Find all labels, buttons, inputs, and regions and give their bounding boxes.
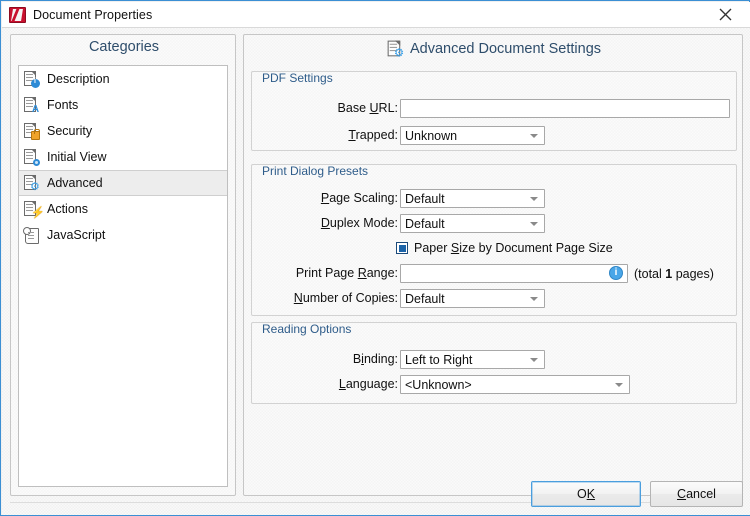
categories-header: Categories	[11, 39, 237, 55]
sidebar-item-fonts[interactable]: A Fonts	[19, 92, 227, 118]
base-url-label: Base URL:	[338, 101, 398, 115]
language-select[interactable]: <Unknown>	[400, 375, 630, 394]
trapped-label: Trapped:	[348, 128, 398, 142]
paper-size-label: Paper Size by Document Page Size	[414, 241, 613, 255]
print-page-range-input[interactable]	[400, 264, 628, 283]
chevron-down-icon	[530, 358, 538, 362]
document-gear-icon: ⚙	[23, 174, 40, 192]
group-label: Reading Options	[260, 322, 353, 336]
group-print-dialog-presets: Print Dialog Presets Page Scaling: Defau…	[251, 164, 737, 316]
page-scaling-value: Default	[405, 192, 445, 206]
ok-label: OK	[577, 487, 595, 501]
dialog-body: Categories Description A	[2, 28, 750, 515]
close-icon[interactable]	[702, 2, 748, 26]
chevron-down-icon	[530, 134, 538, 138]
number-of-copies-label: Number of Copies:	[294, 291, 398, 305]
sidebar-item-description[interactable]: Description	[19, 66, 227, 92]
page-scaling-select[interactable]: Default	[400, 189, 545, 208]
ok-button[interactable]: OK	[531, 481, 641, 507]
print-page-range-label: Print Page Range:	[296, 266, 398, 280]
cancel-label: Cancel	[677, 487, 716, 501]
document-properties-dialog: Document Properties Categories Descripti…	[0, 0, 750, 516]
sidebar-item-javascript[interactable]: JavaScript	[19, 222, 227, 248]
binding-label: Binding:	[353, 352, 398, 366]
document-info-icon	[23, 70, 40, 88]
document-bolt-icon: ⚡	[23, 200, 40, 218]
title-bar: Document Properties	[2, 2, 750, 27]
categories-panel: Categories Description A	[10, 34, 236, 496]
sidebar-item-label: Fonts	[47, 98, 78, 112]
total-pages-text: (total 1 pages)	[634, 267, 714, 281]
sidebar-item-initial-view[interactable]: Initial View	[19, 144, 227, 170]
paper-size-checkbox[interactable]: Paper Size by Document Page Size	[396, 241, 613, 255]
document-gear-icon: ⚙	[387, 40, 405, 59]
binding-select[interactable]: Left to Right	[400, 350, 545, 369]
page-title: ⚙ Advanced Document Settings	[244, 40, 744, 58]
cancel-button[interactable]: Cancel	[650, 481, 743, 507]
sidebar-item-actions[interactable]: ⚡ Actions	[19, 196, 227, 222]
base-url-input[interactable]	[400, 99, 730, 118]
document-font-icon: A	[23, 96, 40, 114]
duplex-mode-select[interactable]: Default	[400, 214, 545, 233]
sidebar-item-label: JavaScript	[47, 228, 105, 242]
pdf-xchange-icon	[9, 7, 26, 23]
chevron-down-icon	[530, 297, 538, 301]
sidebar-item-label: Actions	[47, 202, 88, 216]
sidebar-item-security[interactable]: Security	[19, 118, 227, 144]
sidebar-item-label: Security	[47, 124, 92, 138]
chevron-down-icon	[530, 222, 538, 226]
group-label: PDF Settings	[260, 71, 335, 85]
page-scaling-label: Page Scaling:	[321, 191, 398, 205]
sidebar-item-label: Initial View	[47, 150, 107, 164]
group-label: Print Dialog Presets	[260, 164, 370, 178]
trapped-select[interactable]: Unknown	[400, 126, 545, 145]
sidebar-item-advanced[interactable]: ⚙ Advanced	[19, 170, 227, 196]
checkbox-indeterminate-icon	[396, 242, 408, 254]
duplex-mode-value: Default	[405, 217, 445, 231]
page-title-text: Advanced Document Settings	[410, 41, 601, 57]
scroll-icon	[23, 226, 40, 244]
document-magnifier-icon	[23, 148, 40, 166]
categories-list[interactable]: Description A Fonts S	[18, 65, 228, 487]
window-title: Document Properties	[33, 8, 152, 22]
duplex-mode-label: Duplex Mode:	[321, 216, 398, 230]
group-pdf-settings: PDF Settings Base URL: Trapped: Unknown	[251, 71, 737, 151]
language-label: Language:	[339, 377, 398, 391]
number-of-copies-value: Default	[405, 292, 445, 306]
settings-panel: ⚙ Advanced Document Settings PDF Setting…	[243, 34, 743, 496]
chevron-down-icon	[530, 197, 538, 201]
chevron-down-icon	[615, 383, 623, 387]
binding-value: Left to Right	[405, 353, 472, 367]
sidebar-item-label: Description	[47, 72, 110, 86]
trapped-value: Unknown	[405, 129, 457, 143]
group-reading-options: Reading Options Binding: Left to Right L…	[251, 322, 737, 404]
document-lock-icon	[23, 122, 40, 140]
number-of-copies-select[interactable]: Default	[400, 289, 545, 308]
language-value: <Unknown>	[405, 378, 472, 392]
info-icon[interactable]: i	[609, 266, 623, 280]
sidebar-item-label: Advanced	[47, 176, 103, 190]
